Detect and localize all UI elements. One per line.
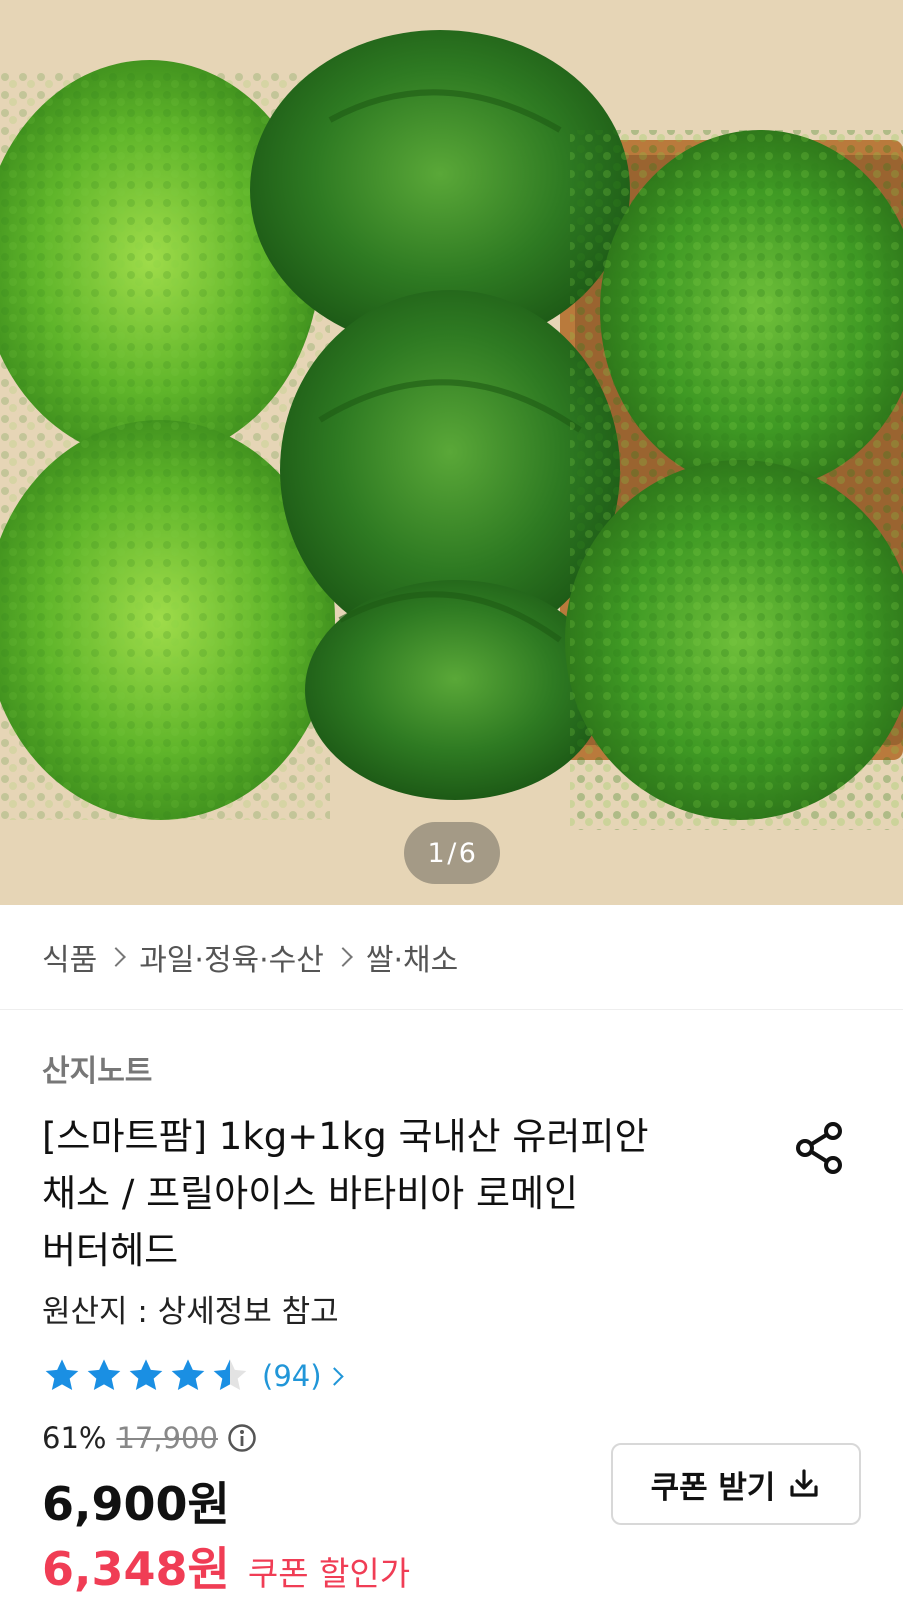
lettuce-photo [0,0,903,905]
current-page: 1 [427,837,446,869]
breadcrumb-item-food[interactable]: 식품 [42,935,97,979]
coupon-price-row: 6,348원 쿠폰 할인가 [42,1533,410,1599]
page-separator: / [447,837,457,869]
star-icon [87,1359,121,1390]
discount-row: 61% 17,900 [42,1418,258,1458]
rating-row[interactable]: (94) [42,1355,344,1397]
coupon-price-label: 쿠폰 할인가 [247,1554,411,1593]
star-rating [42,1356,252,1396]
star-icon [45,1359,79,1390]
review-count-link[interactable]: (94) [262,1359,322,1393]
breadcrumb-item-fruit-meat-seafood[interactable]: 과일·정육·수산 [139,935,324,979]
product-title-line: 버터헤드 [42,1229,179,1272]
product-title: [스마트팜] 1kg+1kg 국내산 유러피안 채소 / 프릴아이스 바타비아 … [42,1108,722,1279]
share-button[interactable] [793,1120,849,1176]
original-price: 17,900 [116,1421,218,1455]
product-title-line: 채소 / 프릴아이스 바타비아 로메인 [42,1172,579,1215]
info-icon[interactable] [226,1422,258,1454]
breadcrumb: 식품 과일·정육·수산 쌀·채소 [42,935,458,979]
star-icon [171,1359,205,1390]
chevron-right-icon [106,947,127,967]
sale-price: 6,900원 [42,1477,230,1531]
download-icon [790,1469,819,1497]
get-coupon-label: 쿠폰 받기 [650,1469,776,1506]
discount-rate: 61% [42,1421,107,1455]
coupon-price: 6,348원 [42,1542,230,1596]
chevron-right-icon [324,1366,344,1386]
product-title-line: [스마트팜] 1kg+1kg 국내산 유러피안 [42,1115,649,1158]
breadcrumb-item-rice-vegetables[interactable]: 쌀·채소 [366,935,458,979]
total-pages: 6 [458,837,477,869]
product-image[interactable]: 1/6 [0,0,903,905]
seller-name[interactable]: 산지노트 [42,1046,152,1090]
star-half-icon [213,1359,247,1390]
section-divider [0,1009,903,1010]
chevron-right-icon [332,947,353,967]
get-coupon-button[interactable]: 쿠폰 받기 [611,1443,861,1525]
origin-info: 원산지 : 상세정보 참고 [42,1294,339,1330]
share-icon [796,1122,842,1174]
star-icon [129,1359,163,1390]
image-page-indicator: 1/6 [404,822,500,884]
